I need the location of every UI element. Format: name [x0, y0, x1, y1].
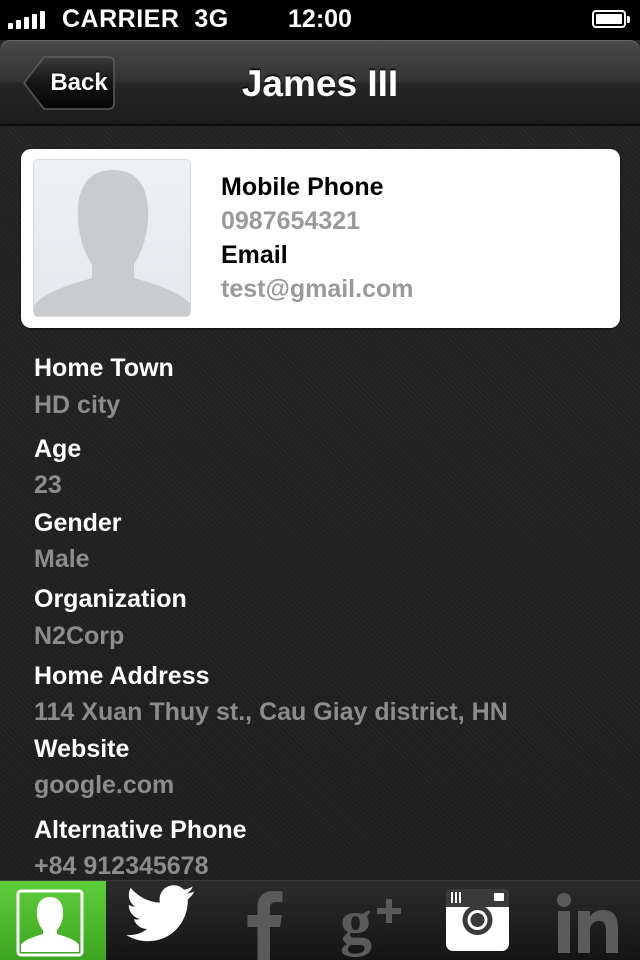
status-bar: CARRIER 3G 12:00	[0, 0, 640, 40]
battery-icon	[592, 10, 630, 28]
age-label: Age	[34, 435, 82, 463]
gender-label: Gender	[34, 509, 122, 537]
contact-card: Mobile Phone 0987654321 Email test@gmail…	[21, 149, 620, 328]
facebook-icon	[247, 891, 283, 960]
contact-detail-screen: CARRIER 3G 12:00 Back James III Mobile P…	[0, 0, 640, 960]
home-town-value: HD city	[34, 391, 121, 419]
organization-value: N2Corp	[34, 622, 125, 650]
tab-google-plus[interactable]: g	[318, 881, 424, 960]
person-silhouette-icon	[33, 159, 191, 317]
twitter-icon	[126, 885, 195, 942]
alternative-phone-value[interactable]: +84 912345678	[34, 852, 209, 881]
website-value[interactable]: google.com	[34, 771, 174, 800]
website-label: Website	[34, 735, 130, 763]
battery-level	[596, 14, 622, 24]
gender-value: Male	[34, 545, 90, 573]
email-label: Email	[221, 241, 288, 269]
tab-facebook[interactable]	[212, 881, 318, 960]
social-tab-bar: g	[0, 880, 640, 960]
page-title: James III	[241, 63, 399, 104]
home-town-label: Home Town	[34, 354, 174, 382]
tab-instagram[interactable]	[424, 881, 530, 960]
contact-icon	[16, 889, 84, 957]
svg-text:g: g	[340, 886, 372, 957]
email-value[interactable]: test@gmail.com	[221, 271, 413, 307]
linkedin-icon	[557, 893, 618, 953]
tab-linkedin[interactable]	[530, 881, 636, 960]
tab-twitter[interactable]	[106, 881, 212, 960]
tab-contact[interactable]	[0, 881, 106, 960]
navigation-bar: Back James III	[0, 40, 640, 126]
card-info: Mobile Phone 0987654321 Email test@gmail…	[221, 171, 413, 307]
age-value: 23	[34, 471, 62, 499]
mobile-phone-value[interactable]: 0987654321	[221, 203, 413, 239]
instagram-icon	[446, 889, 509, 951]
home-address-value: 114 Xuan Thuy st., Cau Giay district, HN	[34, 698, 508, 726]
google-plus-icon: g	[340, 886, 401, 957]
home-address-label: Home Address	[34, 662, 210, 690]
status-time: 12:00	[288, 5, 352, 33]
organization-label: Organization	[34, 585, 187, 613]
alternative-phone-label: Alternative Phone	[34, 816, 247, 844]
mobile-phone-label: Mobile Phone	[221, 173, 384, 201]
